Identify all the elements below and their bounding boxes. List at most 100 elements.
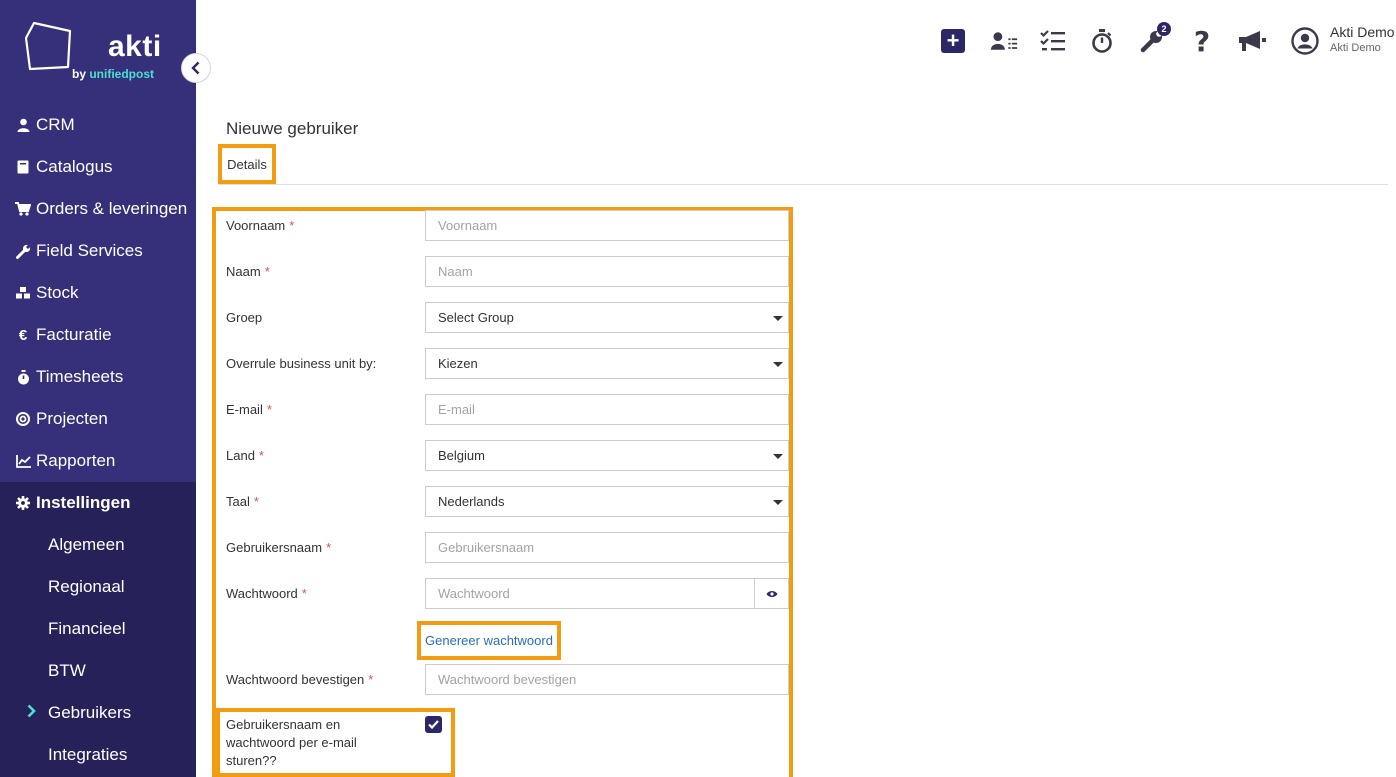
tab-details[interactable]: Details — [218, 144, 276, 184]
business-unit-select[interactable]: Kiezen — [425, 348, 789, 379]
tab-label: Details — [227, 156, 267, 172]
chevron-right-icon — [27, 704, 36, 723]
land-label-text: Land — [226, 448, 255, 463]
required-marker: * — [266, 402, 272, 417]
sidebar-item-catalogus[interactable]: Catalogus — [0, 146, 196, 188]
sidebar-subitem-btw[interactable]: BTW — [0, 650, 196, 692]
contacts-button[interactable] — [990, 27, 1018, 55]
brand-sub-by: by — [72, 67, 90, 81]
land-label: Land * — [226, 448, 264, 463]
stopwatch-icon — [15, 369, 31, 385]
naam-label-text: Naam — [226, 264, 261, 279]
sidebar-item-projecten[interactable]: Projecten — [0, 398, 196, 440]
send-email-checkbox[interactable] — [425, 716, 442, 733]
sidebar-item-crm[interactable]: CRM — [0, 104, 196, 146]
timer-button[interactable] — [1088, 27, 1116, 55]
cart-icon — [15, 201, 31, 217]
announcements-button[interactable] — [1236, 27, 1268, 55]
brand-name: akti — [108, 30, 162, 63]
eye-icon — [766, 590, 777, 597]
tasks-button[interactable] — [1039, 27, 1067, 55]
sidebar-subitem-regionaal[interactable]: Regionaal — [0, 566, 196, 608]
required-marker: * — [289, 218, 295, 233]
sidebar-item-label: Facturatie — [36, 325, 112, 344]
sidebar-item-label: Orders & leveringen — [36, 199, 188, 218]
add-button[interactable]: + — [939, 27, 967, 55]
sidebar-subitem-integraties[interactable]: Integraties — [0, 734, 196, 776]
plus-icon: + — [941, 29, 965, 53]
taal-select-value: Nederlands — [438, 494, 505, 509]
gebruikersnaam-input[interactable]: Gebruikersnaam — [425, 532, 789, 563]
wrench-icon — [15, 243, 31, 259]
gebruikersnaam-label-text: Gebruikersnaam — [226, 540, 323, 555]
sidebar-subitem-label: Regionaal — [48, 577, 125, 596]
wachtwoord-bevestigen-input[interactable]: Wachtwoord bevestigen — [425, 664, 789, 695]
caret-down-icon — [773, 362, 783, 367]
naam-input[interactable]: Naam — [425, 256, 789, 287]
required-marker: * — [301, 586, 307, 601]
logo-area: akti by unifiedpost — [0, 0, 196, 104]
sidebar-item-rapporten[interactable]: Rapporten — [0, 440, 196, 482]
sidebar-subitem-gebruikers[interactable]: Gebruikers — [0, 692, 196, 734]
groep-select[interactable]: Select Group — [425, 302, 789, 333]
sidebar: akti by unifiedpost CRM Catalogus Orders… — [0, 0, 196, 777]
collapse-sidebar-button[interactable] — [181, 53, 211, 83]
groep-select-value: Select Group — [438, 310, 514, 325]
megaphone-icon — [1239, 31, 1266, 51]
business-unit-label: Overrule business unit by: — [226, 356, 377, 371]
akti-logo-icon — [24, 21, 72, 71]
user-avatar[interactable] — [1290, 27, 1320, 55]
sidebar-subitem-algemeen[interactable]: Algemeen — [0, 524, 196, 566]
land-select[interactable]: Belgium — [425, 440, 789, 471]
sidebar-subitem-label: BTW — [48, 661, 86, 680]
sidebar-item-facturatie[interactable]: € Facturatie — [0, 314, 196, 356]
voornaam-label: Voornaam * — [226, 218, 294, 233]
checkmark-icon — [428, 720, 439, 729]
sidebar-item-stock[interactable]: Stock — [0, 272, 196, 314]
page-title: Nieuwe gebruiker — [226, 119, 359, 138]
gear-icon — [15, 495, 31, 511]
sidebar-item-label: Catalogus — [36, 157, 113, 176]
taal-select[interactable]: Nederlands — [425, 486, 789, 517]
sidebar-item-field-services[interactable]: Field Services — [0, 230, 196, 272]
sidebar-item-label: Rapporten — [36, 451, 116, 470]
sidebar-subitem-financieel[interactable]: Financieel — [0, 608, 196, 650]
gebruikersnaam-label: Gebruikersnaam * — [226, 540, 331, 555]
question-icon: ? — [1193, 24, 1211, 58]
sidebar-item-label: Projecten — [36, 409, 108, 428]
sidebar-item-instellingen[interactable]: Instellingen — [0, 482, 196, 524]
generate-password-link[interactable]: Genereer wachtwoord — [417, 621, 561, 660]
sidebar-subitem-label: Algemeen — [48, 535, 125, 554]
wachtwoord-label: Wachtwoord * — [226, 586, 307, 601]
email-label-text: E-mail — [226, 402, 263, 417]
sidebar-item-label: Stock — [36, 283, 79, 302]
business-unit-value: Kiezen — [438, 356, 478, 371]
sidebar-subitem-label: Financieel — [48, 619, 126, 638]
cubes-icon — [15, 285, 31, 301]
book-icon — [15, 159, 31, 175]
tab-divider — [218, 184, 1388, 185]
voornaam-input[interactable]: Voornaam — [425, 210, 789, 241]
brand-sub-name: unifiedpost — [89, 67, 155, 81]
sidebar-item-label: CRM — [36, 115, 75, 134]
settings-nav: Instellingen Algemeen Regionaal Financie… — [0, 482, 196, 777]
euro-icon: € — [18, 326, 28, 344]
sidebar-subitem-label: Integraties — [48, 745, 128, 764]
email-input[interactable]: E-mail — [425, 394, 789, 425]
user-name[interactable]: Akti Demo — [1330, 24, 1395, 40]
wachtwoord-label-text: Wachtwoord — [226, 586, 298, 601]
sidebar-item-timesheets[interactable]: Timesheets — [0, 356, 196, 398]
sidebar-item-orders[interactable]: Orders & leveringen — [0, 188, 196, 230]
taal-label: Taal * — [226, 494, 259, 509]
sidebar-nav: CRM Catalogus Orders & leveringen Field … — [0, 104, 196, 482]
user-circle-icon — [1291, 27, 1319, 55]
show-password-button[interactable] — [754, 578, 789, 609]
wachtwoord-bevestigen-label: Wachtwoord bevestigen * — [226, 672, 373, 687]
caret-down-icon — [773, 500, 783, 505]
wachtwoord-input[interactable]: Wachtwoord — [425, 578, 755, 609]
sidebar-item-label: Field Services — [36, 241, 143, 260]
user-icon — [15, 117, 31, 133]
help-button[interactable]: ? — [1188, 24, 1216, 58]
sidebar-item-label: Timesheets — [36, 367, 124, 386]
required-marker: * — [258, 448, 264, 463]
